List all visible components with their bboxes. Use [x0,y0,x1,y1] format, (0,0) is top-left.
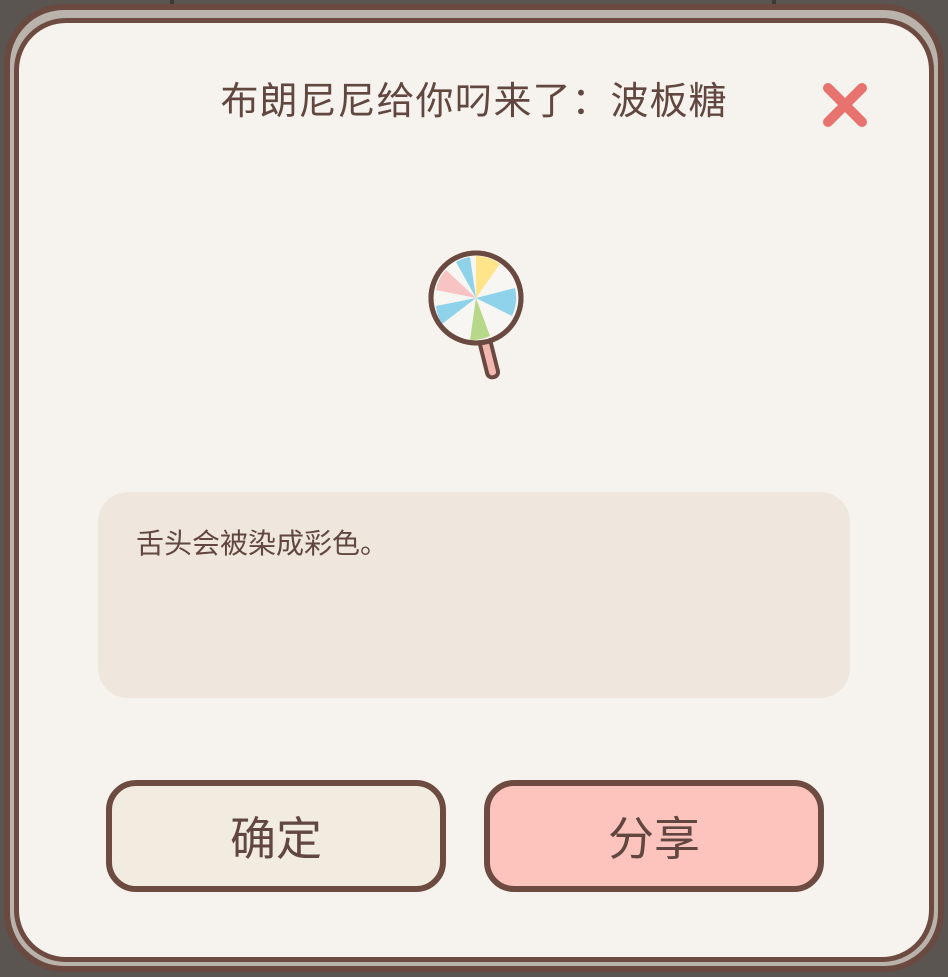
close-icon [823,83,867,127]
description-box: 舌头会被染成彩色。 [98,492,850,698]
lollipop-icon [420,248,530,388]
dialog-title: 布朗尼尼给你叼来了：波板糖 [220,79,728,123]
share-button[interactable]: 分享 [484,780,824,892]
close-button[interactable] [818,78,872,132]
confirm-button[interactable]: 确定 [106,780,446,892]
description-text: 舌头会被染成彩色。 [136,527,389,560]
confirm-button-label: 确定 [230,812,322,866]
share-button-label: 分享 [608,812,700,866]
